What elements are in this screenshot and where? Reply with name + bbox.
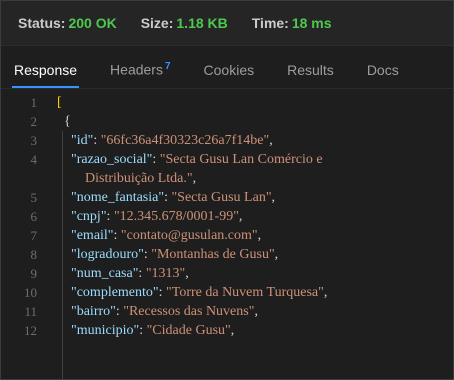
open-bracket: [ (57, 95, 62, 110)
json-key: "complemento" (71, 285, 159, 300)
tab-response-label: Response (14, 62, 78, 78)
line-number: 8 (30, 247, 38, 262)
line-number: 11 (24, 304, 37, 319)
code-line: 3 "id": "66fc36a4f30323c26a7f14be", (1, 131, 453, 150)
response-tabs: Response Headers 7 Cookies Results Docs (1, 46, 453, 89)
size-label: Size: (140, 15, 174, 31)
json-key: "num_casa" (71, 266, 139, 281)
size-indicator: Size: 1.18 KB (141, 15, 228, 31)
json-value: "66fc36a4f30323c26a7f14be" (100, 133, 270, 148)
line-number: 3 (30, 133, 38, 148)
time-label: Time: (251, 15, 289, 31)
code-line: 12 "municipio": "Cidade Gusu", (1, 321, 453, 340)
json-value: "Secta Gusu Lan Comércio e (159, 152, 323, 167)
line-number: 4 (30, 152, 38, 167)
json-value: "Recessos das Nuvens" (123, 304, 255, 319)
json-value: "Torre da Nuvem Turquesa" (166, 285, 324, 300)
json-value: "1313" (145, 266, 186, 281)
size-value: 1.18 KB (176, 15, 228, 31)
json-key: "nome_fantasia" (71, 190, 165, 205)
json-value: "Secta Gusu Lan" (171, 190, 272, 205)
json-key: "razao_social" (71, 152, 153, 167)
tab-cookies[interactable]: Cookies (204, 62, 255, 88)
open-brace: { (64, 114, 71, 129)
code-line: 9 "num_casa": "1313", (1, 264, 453, 283)
time-value: 18 ms (291, 15, 332, 31)
json-key: "logradouro" (71, 247, 144, 262)
line-number: 9 (30, 266, 38, 281)
indent-guide (62, 131, 63, 379)
tab-results-label: Results (287, 62, 334, 78)
code-line: 8 "logradouro": "Montanhas de Gusu", (1, 245, 453, 264)
status-value: 200 OK (68, 15, 117, 31)
json-value: "contato@gusulan.com" (120, 228, 258, 243)
code-line: 11 "bairro": "Recessos das Nuvens", (1, 302, 453, 321)
line-number: 7 (30, 228, 38, 243)
status-bar: Status: 200 OK Size: 1.18 KB Time: 18 ms (1, 1, 453, 46)
tab-results[interactable]: Results (287, 62, 334, 88)
tab-headers[interactable]: Headers 7 (110, 61, 170, 88)
code-line: 10 "complemento": "Torre da Nuvem Turque… (1, 283, 453, 302)
json-key: "email" (71, 228, 114, 243)
json-key: "bairro" (71, 304, 116, 319)
headers-count-badge: 7 (164, 61, 171, 73)
json-key: "municipio" (71, 323, 140, 338)
code-line: 1 [ (1, 93, 453, 112)
json-value: "12.345.678/0001-99" (113, 209, 239, 224)
line-number: 1 (30, 95, 38, 110)
line-number: 10 (24, 285, 37, 300)
response-panel: Status: 200 OK Size: 1.18 KB Time: 18 ms Re… (0, 0, 454, 380)
tab-cookies-label: Cookies (203, 62, 255, 78)
status-label: Status: (18, 15, 66, 31)
json-value: "Montanhas de Gusu" (151, 247, 275, 262)
tab-response[interactable]: Response (11, 62, 80, 88)
json-key: "id" (71, 133, 94, 148)
tab-docs-label: Docs (366, 62, 399, 78)
code-line-wrapped: Distribuição Ltda.", (85, 171, 197, 186)
time-indicator: Time: 18 ms (252, 15, 332, 31)
json-response-viewer[interactable]: 1 [ 2 { 3 "id": "66fc36a4f30323c26a7f14b… (1, 89, 453, 379)
code-line: 5 "nome_fantasia": "Secta Gusu Lan", (1, 188, 453, 207)
status-indicator: Status: 200 OK (18, 15, 117, 31)
code-line: 6 "cnpj": "12.345.678/0001-99", (1, 207, 453, 226)
line-number: 6 (30, 209, 38, 224)
tab-docs[interactable]: Docs (367, 62, 399, 88)
json-value: "Cidade Gusu" (146, 323, 231, 338)
line-number: 12 (24, 323, 37, 338)
line-number: 2 (30, 114, 38, 129)
line-number: 5 (30, 190, 38, 205)
code-line: 2 { (1, 112, 453, 131)
tab-headers-label: Headers (110, 62, 163, 78)
json-key: "cnpj" (71, 209, 107, 224)
json-value-continuation: Distribuição Ltda." (85, 171, 193, 186)
code-line: 7 "email": "contato@gusulan.com", (1, 226, 453, 245)
code-line: 4 "razao_social": "Secta Gusu Lan Comérc… (1, 150, 453, 169)
